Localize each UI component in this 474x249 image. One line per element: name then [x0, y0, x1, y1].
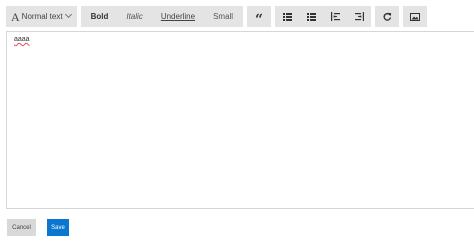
- list-group: [275, 6, 372, 27]
- block-style-label: Normal text: [21, 12, 63, 21]
- chevron-down-icon: [64, 10, 72, 19]
- underline-button[interactable]: Underline: [152, 6, 204, 27]
- redo-button[interactable]: [375, 6, 399, 27]
- editor-widget: A Normal text Bold Italic Underline Smal…: [0, 0, 474, 249]
- block-style-group: A Normal text: [6, 6, 77, 27]
- formatting-toolbar: A Normal text Bold Italic Underline Smal…: [6, 6, 431, 27]
- history-group: [375, 6, 400, 27]
- save-button[interactable]: Save: [47, 219, 69, 236]
- numbered-list-icon: [306, 12, 316, 21]
- outdent-icon: [354, 12, 364, 21]
- indent-button[interactable]: [323, 6, 347, 27]
- bulleted-list-button[interactable]: [275, 6, 299, 27]
- bulleted-list-icon: [282, 12, 292, 21]
- inline-format-group: Bold Italic Underline Small: [80, 6, 244, 27]
- text-editor-area[interactable]: aaaa: [6, 31, 474, 209]
- media-group: [403, 6, 428, 27]
- image-icon: [410, 12, 421, 21]
- text-style-icon: A: [11, 9, 20, 24]
- redo-icon: [383, 12, 391, 21]
- italic-button[interactable]: Italic: [117, 6, 151, 27]
- cancel-button[interactable]: Cancel: [7, 219, 36, 236]
- numbered-list-button[interactable]: [299, 6, 323, 27]
- block-style-dropdown[interactable]: A Normal text: [6, 6, 77, 27]
- outdent-button[interactable]: [347, 6, 371, 27]
- editor-content: aaaa: [14, 36, 30, 43]
- small-button[interactable]: Small: [204, 6, 243, 27]
- insert-image-button[interactable]: [403, 6, 427, 27]
- quote-group: “: [247, 6, 272, 27]
- blockquote-button[interactable]: “: [247, 6, 271, 27]
- indent-icon: [330, 12, 340, 21]
- quote-icon: “: [255, 11, 264, 28]
- bold-button[interactable]: Bold: [81, 6, 118, 27]
